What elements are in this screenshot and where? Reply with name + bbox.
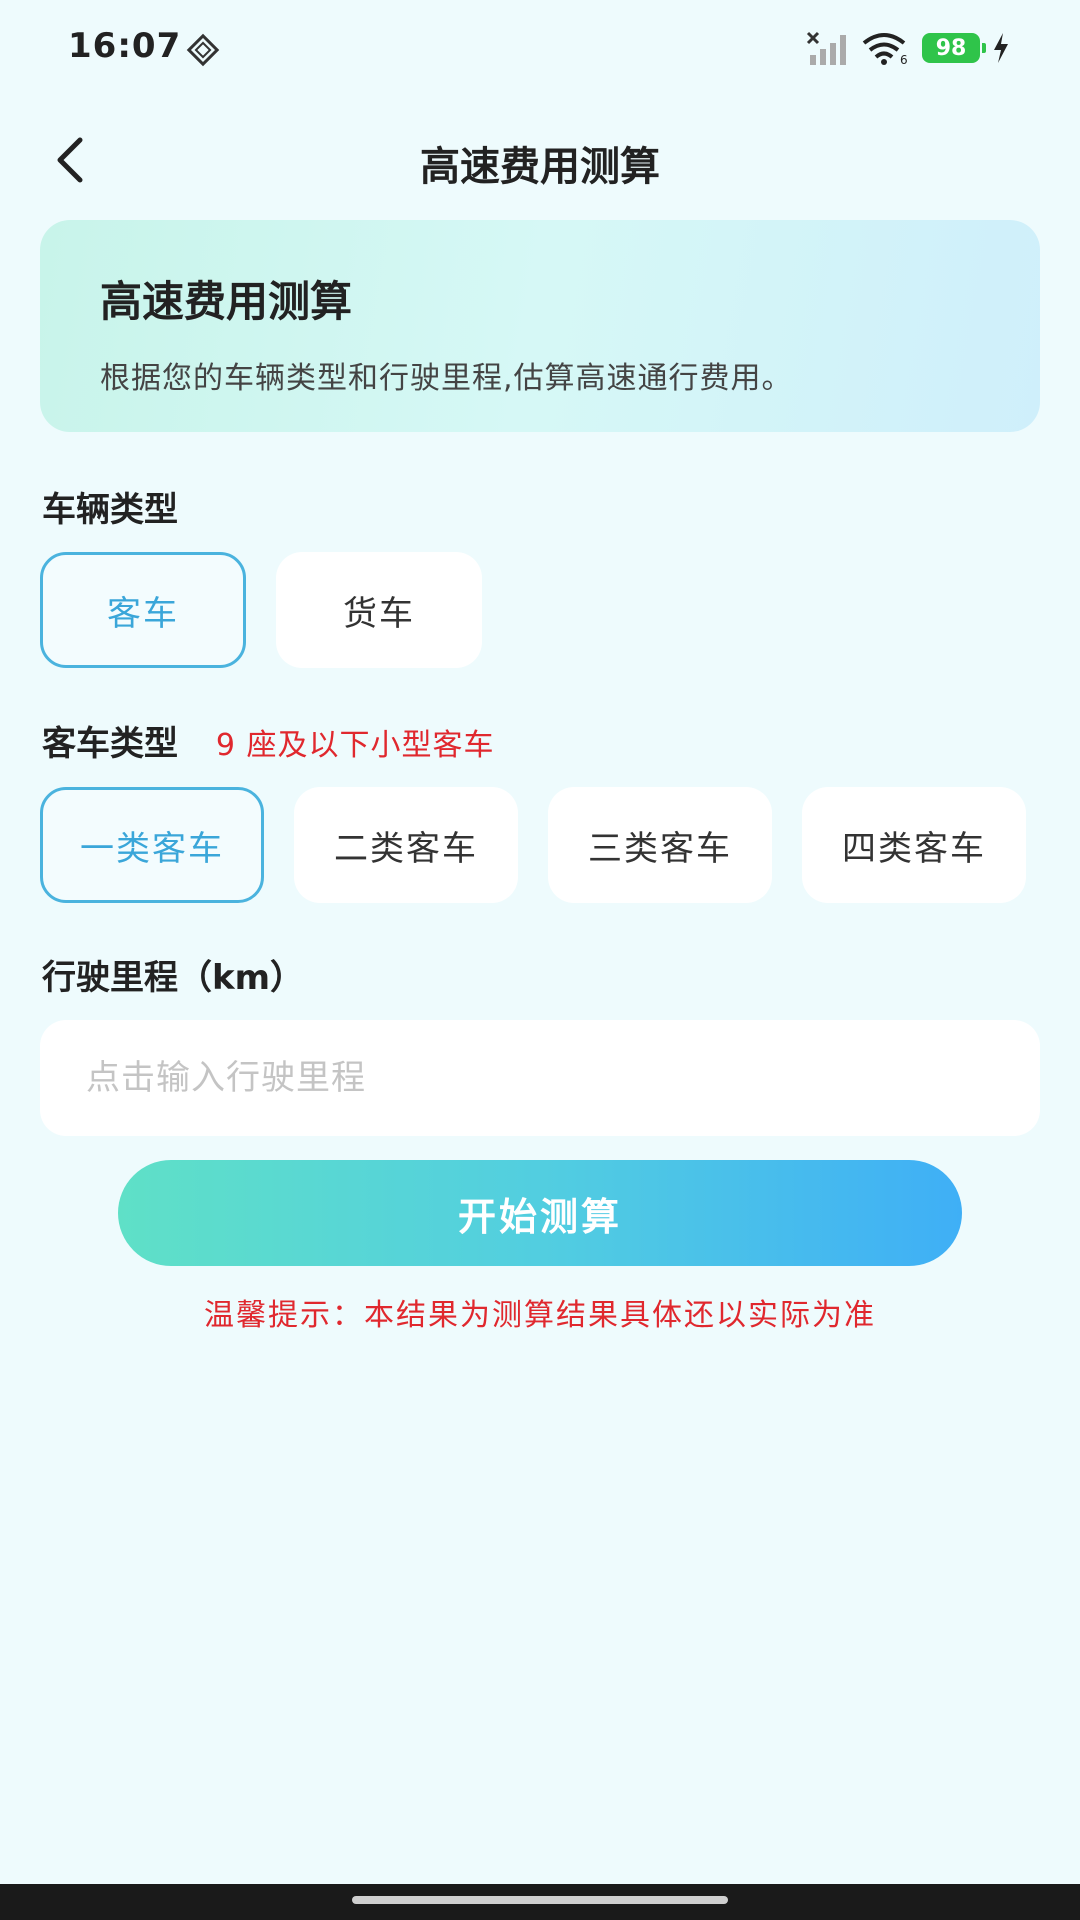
bus-type-label-text: 客车类型 xyxy=(42,724,178,764)
intro-card: 高速费用测算 根据您的车辆类型和行驶里程,估算高速通行费用。 xyxy=(40,220,1040,432)
signal-off-icon xyxy=(806,31,846,65)
vehicle-option-label: 货车 xyxy=(343,593,415,634)
location-diamond-icon xyxy=(186,33,220,67)
bus-option-class-4[interactable]: 四类客车 xyxy=(802,787,1026,903)
header: 高速费用测算 xyxy=(0,120,1080,200)
vehicle-option-truck[interactable]: 货车 xyxy=(276,552,482,668)
bus-type-label: 客车类型 9 座及以下小型客车 xyxy=(42,716,494,765)
bus-type-options: 一类客车 二类客车 三类客车 四类客车 xyxy=(40,787,1026,903)
bus-option-class-3[interactable]: 三类客车 xyxy=(548,787,772,903)
intro-title: 高速费用测算 xyxy=(100,277,353,326)
bus-option-class-2[interactable]: 二类客车 xyxy=(294,787,518,903)
wifi-icon: 6 xyxy=(862,33,908,65)
mileage-label-text: 行驶里程（km） xyxy=(42,958,305,998)
vehicle-type-label-text: 车辆类型 xyxy=(42,490,178,530)
vehicle-type-label: 车辆类型 xyxy=(42,482,178,531)
tip-text: 温馨提示：本结果为测算结果具体还以实际为准 xyxy=(204,1298,876,1333)
battery-indicator: 98 xyxy=(922,33,986,63)
calculate-button-label: 开始测算 xyxy=(457,1194,622,1239)
battery-level: 98 xyxy=(935,35,967,61)
vehicle-type-options: 客车 货车 xyxy=(40,552,512,668)
status-time: 16:07 xyxy=(68,26,182,66)
bus-option-label: 三类客车 xyxy=(588,828,732,869)
status-icons: 6 98 xyxy=(806,28,1010,68)
page-title: 高速费用测算 xyxy=(420,144,660,190)
navigation-bar xyxy=(0,1884,1080,1920)
intro-description: 根据您的车辆类型和行驶里程,估算高速通行费用。 xyxy=(100,361,793,396)
mileage-input[interactable] xyxy=(40,1020,1040,1136)
calculate-button[interactable]: 开始测算 xyxy=(118,1160,962,1266)
mileage-label: 行驶里程（km） xyxy=(42,950,304,999)
vehicle-option-label: 客车 xyxy=(107,593,179,634)
bus-option-label: 二类客车 xyxy=(334,828,478,869)
bus-option-class-1[interactable]: 一类客车 xyxy=(40,787,264,903)
bus-type-note: 9 座及以下小型客车 xyxy=(215,728,495,763)
bus-option-label: 一类客车 xyxy=(80,828,224,869)
status-bar: 16:07 6 98 xyxy=(0,0,1080,96)
home-indicator[interactable] xyxy=(352,1896,728,1904)
charging-icon xyxy=(994,33,1008,63)
vehicle-option-bus[interactable]: 客车 xyxy=(40,552,246,668)
svg-text:6: 6 xyxy=(900,53,908,65)
bus-option-label: 四类客车 xyxy=(842,828,986,869)
